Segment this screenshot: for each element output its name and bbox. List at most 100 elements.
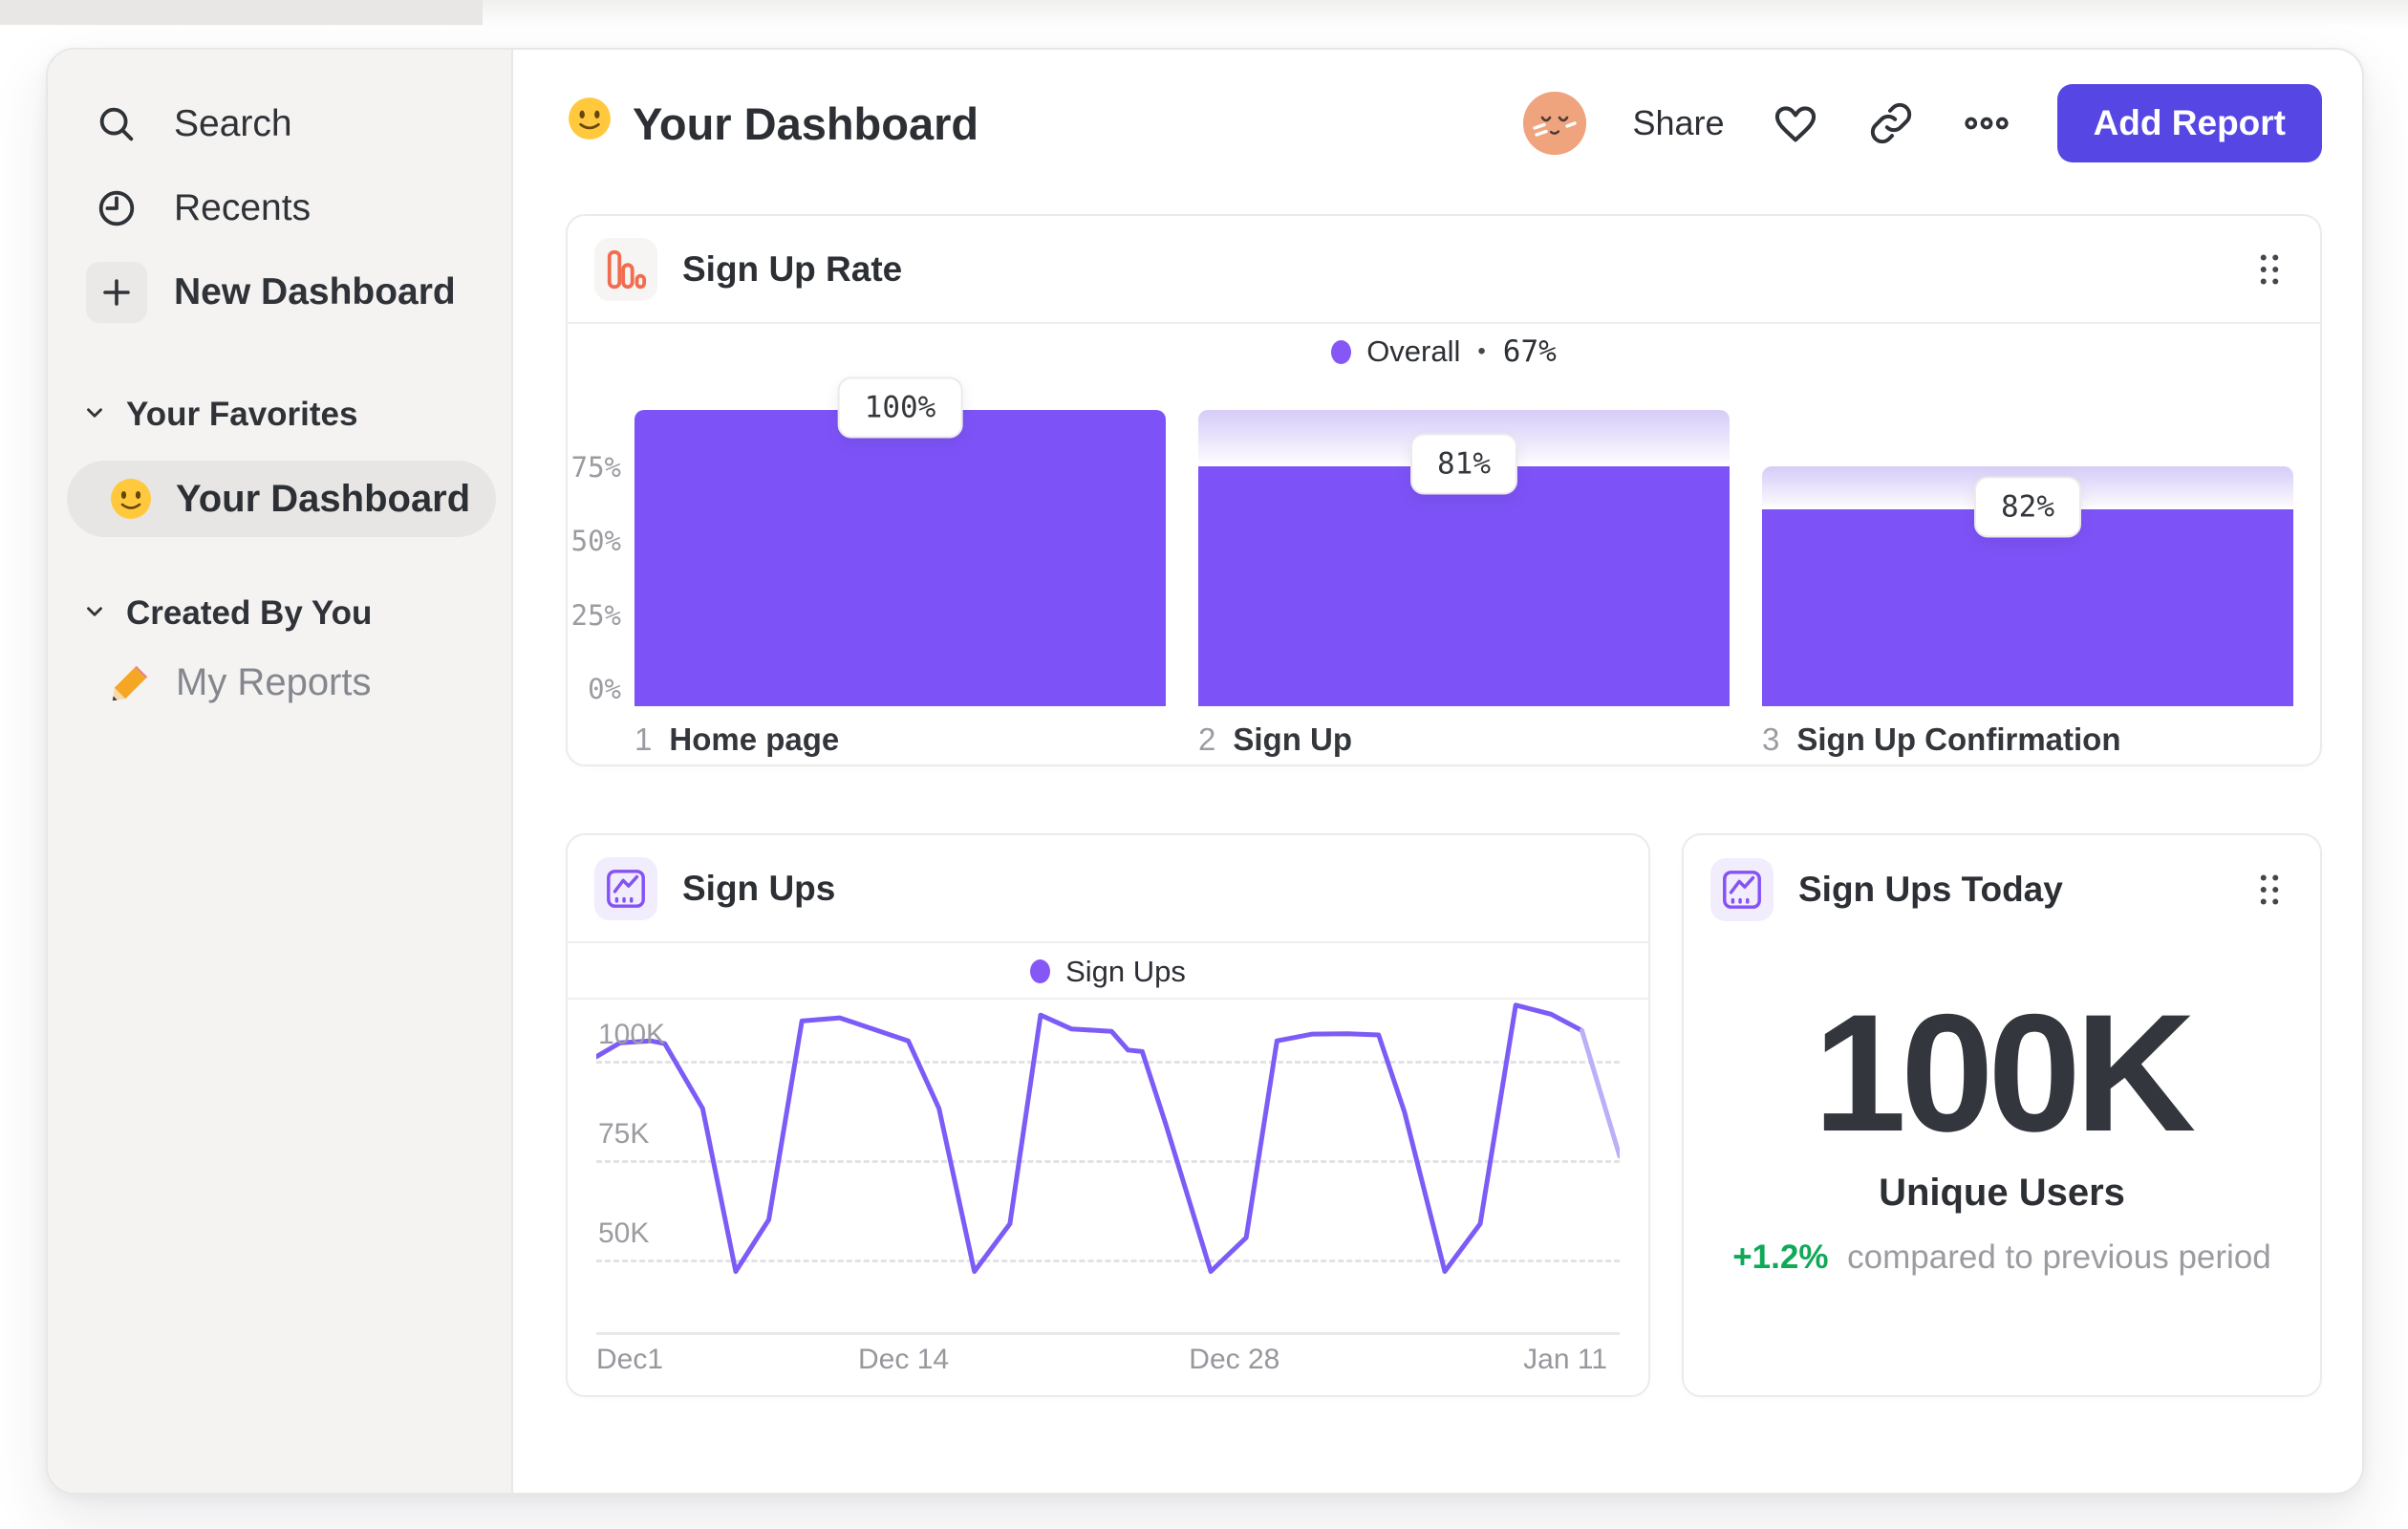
signups-line-chart[interactable]: 100K 75K 50K — [596, 998, 1620, 1335]
x-tick-label: Jan 11 — [1523, 1344, 1608, 1375]
sidebar-item-your-dashboard[interactable]: Your Dashboard — [67, 461, 496, 537]
delta-value: +1.2% — [1732, 1238, 1829, 1276]
funnel-step-column[interactable]: 100% — [634, 377, 1166, 706]
legend-series-name: Overall — [1366, 334, 1461, 368]
legend-series-name: Sign Ups — [1065, 954, 1186, 988]
sidebar-item-my-reports[interactable]: My Reports — [67, 644, 496, 721]
step-number: 3 — [1762, 721, 1780, 757]
app-window: Search Recents New Dashboard Your Favori… — [46, 48, 2364, 1495]
funnel-badge: 100% — [837, 377, 963, 439]
pencil-emoji-icon — [107, 658, 155, 706]
step-name: Sign Up — [1233, 721, 1353, 757]
line-chart-icon — [594, 856, 657, 920]
y-tick-label: 75K — [598, 1118, 650, 1150]
funnel-step-column[interactable]: 82% — [1762, 386, 2293, 706]
legend-dot — [1030, 959, 1051, 983]
smiley-emoji-icon — [566, 95, 613, 153]
sidebar-item-label: Search — [174, 103, 292, 144]
funnel-legend[interactable]: Overall • 67% — [568, 324, 2320, 379]
chevron-down-icon — [82, 594, 107, 633]
sidebar-item-label: My Reports — [176, 660, 372, 703]
clock-icon — [86, 178, 147, 239]
page-title: Your Dashboard — [566, 95, 978, 153]
legend-overall-value: 67% — [1502, 334, 1557, 369]
signups-today-card-header: Sign Ups Today — [1684, 835, 2320, 943]
y-tick-label: 0% — [588, 673, 621, 705]
card-title: Sign Up Rate — [682, 248, 903, 289]
sidebar-item-label: Recents — [174, 187, 312, 228]
funnel-bar-solid — [634, 410, 1166, 706]
funnel-y-axis: 75% 50% 25% 0% — [571, 386, 625, 706]
funnel-bar-solid — [1762, 509, 2293, 706]
sidebar-item-recents[interactable]: Recents — [48, 166, 511, 250]
delta-context: compared to previous period — [1847, 1238, 2271, 1276]
sidebar-section-your-favorites[interactable]: Your Favorites — [48, 386, 511, 443]
sidebar-section-label: Your Favorites — [126, 396, 358, 433]
y-tick-label: 100K — [598, 1019, 666, 1050]
main-content: Your Dashboard Share Add Report Sign Up … — [513, 50, 2362, 1493]
step-number: 2 — [1198, 721, 1216, 757]
signup-rate-card-header: Sign Up Rate — [568, 216, 2320, 324]
funnel-step-label: 3 Sign Up Confirmation — [1762, 721, 2293, 758]
step-name: Sign Up Confirmation — [1796, 721, 2121, 757]
funnel-plot: 100% 81% 82% — [634, 377, 2293, 706]
sidebar-item-new-dashboard[interactable]: New Dashboard — [48, 250, 511, 334]
y-tick-label: 75% — [570, 450, 621, 484]
funnel-bar-solid — [1198, 465, 1730, 706]
funnel-badge: 81% — [1410, 433, 1517, 495]
search-icon — [86, 94, 147, 155]
funnel-chart-icon — [594, 237, 657, 301]
x-tick-label: Dec 14 — [858, 1344, 950, 1375]
metric-delta-row: +1.2% compared to previous period — [1684, 1238, 2320, 1277]
step-name: Home page — [669, 721, 840, 757]
ellipsis-icon[interactable] — [1962, 98, 2011, 148]
sidebar-section-label: Created By You — [126, 594, 373, 632]
funnel-chart: 75% 50% 25% 0% 100% 81% 82% 1 Home page … — [571, 377, 2293, 758]
signups-card: Sign Ups Sign Ups 100K 75K 50K Dec1 Dec … — [566, 833, 1650, 1397]
signups-legend[interactable]: Sign Ups — [568, 945, 1648, 1000]
signups-series-line — [596, 1002, 1584, 1274]
sidebar-item-label: Your Dashboard — [176, 477, 471, 520]
x-tick-label: Dec1 — [596, 1344, 664, 1375]
card-title: Sign Ups — [682, 868, 836, 908]
legend-separator: • — [1477, 338, 1486, 364]
sidebar-section-created-by-you[interactable]: Created By You — [48, 585, 511, 642]
heart-icon[interactable] — [1771, 98, 1820, 148]
funnel-step-label: 2 Sign Up — [1198, 721, 1730, 758]
link-icon[interactable] — [1866, 98, 1916, 148]
y-tick-label: 50% — [570, 525, 621, 557]
signups-line-svg — [596, 1002, 1620, 1274]
y-tick-label: 50K — [598, 1217, 650, 1249]
signups-card-header: Sign Ups — [568, 835, 1648, 943]
chevron-down-icon — [82, 396, 107, 434]
share-button[interactable]: Share — [1632, 103, 1724, 143]
x-tick-label: Dec 28 — [1189, 1344, 1280, 1375]
funnel-step-labels: 1 Home page 2 Sign Up 3 Sign Up Confirma… — [634, 721, 2293, 758]
sidebar: Search Recents New Dashboard Your Favori… — [48, 50, 513, 1493]
line-chart-icon — [1710, 857, 1774, 921]
background-window-strip — [0, 0, 483, 25]
legend-dot — [1331, 339, 1352, 364]
sidebar-item-search[interactable]: Search — [48, 82, 511, 166]
avatar[interactable] — [1523, 92, 1587, 155]
signups-series-line-incomplete — [1579, 1027, 1620, 1159]
signups-today-card: Sign Ups Today 100K Unique Users +1.2% c… — [1682, 833, 2322, 1397]
y-tick-label: 25% — [570, 598, 621, 632]
x-axis-labels: Dec1 Dec 14 Dec 28 Jan 11 — [596, 1344, 1620, 1382]
funnel-step-label: 1 Home page — [634, 721, 1166, 758]
smiley-emoji-icon — [107, 475, 155, 523]
page-title-text: Your Dashboard — [633, 97, 979, 149]
plus-icon — [86, 262, 147, 323]
metric-value: 100K — [1813, 980, 2196, 1167]
header-actions: Share Add Report — [1523, 84, 2322, 162]
step-number: 1 — [634, 721, 653, 757]
card-title: Sign Ups Today — [1798, 869, 2063, 909]
drag-handle-icon[interactable] — [2255, 872, 2284, 908]
drag-handle-icon[interactable] — [2255, 251, 2284, 288]
dashboard-header: Your Dashboard Share Add Report — [566, 80, 2322, 166]
add-report-button[interactable]: Add Report — [2056, 84, 2322, 162]
sidebar-item-label: New Dashboard — [174, 271, 456, 312]
funnel-step-column[interactable]: 81% — [1198, 386, 1730, 706]
metric-label: Unique Users — [1879, 1172, 2125, 1214]
signup-rate-card: Sign Up Rate Overall • 67% 75% 50% 25% 0… — [566, 214, 2322, 766]
